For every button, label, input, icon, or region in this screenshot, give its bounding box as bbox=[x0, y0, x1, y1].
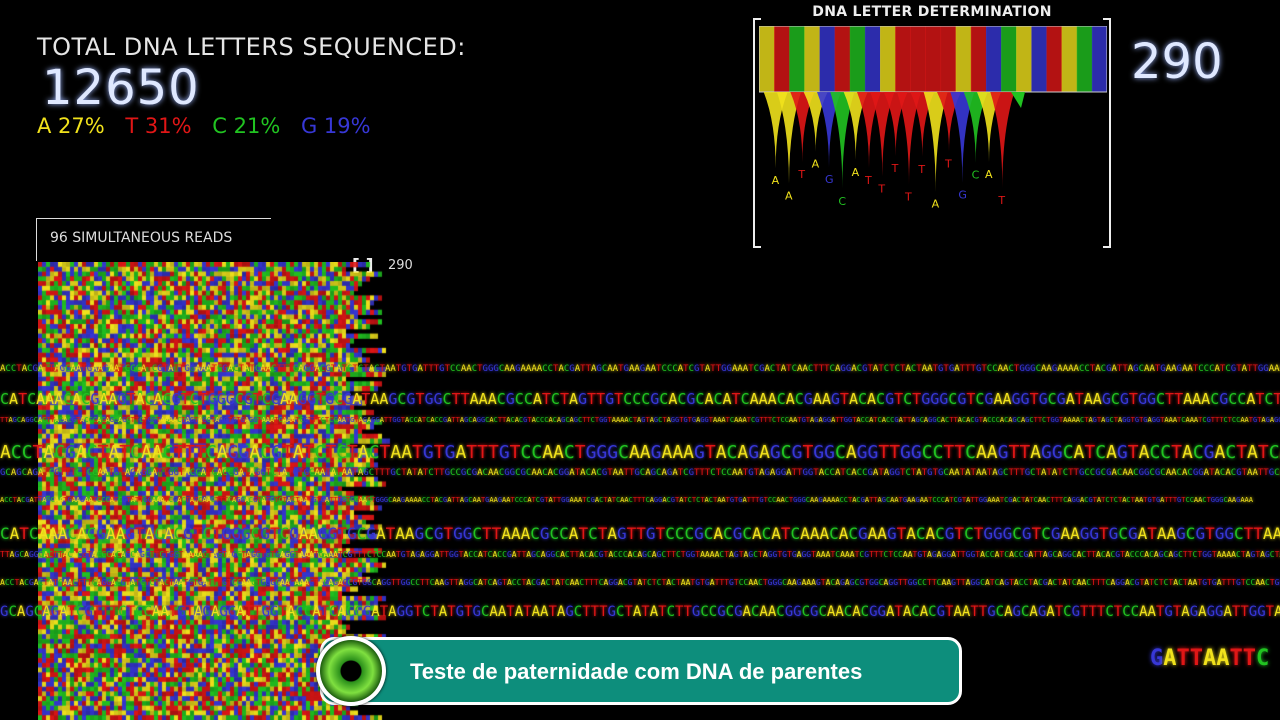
band-stripe bbox=[804, 26, 821, 92]
letter-determination-title: DNA LETTER DETERMINATION bbox=[812, 4, 1052, 20]
band-stripe bbox=[1046, 26, 1063, 92]
band-stripe bbox=[970, 26, 987, 92]
called-letter: T bbox=[917, 163, 925, 176]
letter-determination-panel: DNA LETTER DETERMINATION AATAGCATTTTTATG… bbox=[753, 4, 1111, 248]
band-stripe bbox=[849, 26, 866, 92]
called-letter: A bbox=[785, 189, 793, 202]
reads-panel: 96 SIMULTANEOUS READS bbox=[36, 218, 271, 261]
band-stripe bbox=[1016, 26, 1032, 92]
called-letter: C bbox=[972, 169, 980, 182]
called-letter: A bbox=[772, 174, 780, 187]
called-letter: G bbox=[825, 173, 834, 186]
percent-t: T 31% bbox=[125, 114, 192, 138]
sequence-line: ACCTACGACTATCAACTTTCAGGACGTATCTCTACTAATG… bbox=[0, 442, 1280, 463]
band-stripe bbox=[864, 26, 881, 92]
band-stripe bbox=[925, 26, 942, 92]
total-letters-label: TOTAL DNA LETTERS SEQUENCED: bbox=[37, 33, 466, 61]
called-letter: T bbox=[904, 191, 912, 204]
sequence-line: GCAGCAGATCGTTTCTCCAATGTAGAGGATTGGTACCATC… bbox=[0, 604, 1280, 620]
band-stripe bbox=[834, 26, 851, 92]
band-stripe bbox=[940, 26, 957, 92]
tail-sequence: GATTAATTC bbox=[1150, 646, 1270, 671]
called-letter: T bbox=[864, 174, 872, 187]
called-letter: T bbox=[877, 182, 885, 195]
percent-a: A 27% bbox=[37, 114, 105, 138]
band-stripe bbox=[910, 26, 926, 92]
called-letter: A bbox=[932, 198, 940, 211]
sequence-line: GCAGCAGATCGTTTCTCCAATGTAGAGGATTGGTACCATC… bbox=[0, 468, 1280, 478]
base-percentages: A 27% T 31% C 21% G 19% bbox=[37, 114, 385, 138]
percent-c: C 21% bbox=[212, 114, 281, 138]
band-stripe bbox=[759, 26, 775, 92]
sequence-stream: ACCTACGATTAGCAATGAAGAATCCCATCGTATTGGAAAT… bbox=[0, 360, 1280, 640]
sequence-line: CATCAAACACGAAGTACACGTCTGGGCGTCGAAGGTGCGA… bbox=[0, 524, 1280, 543]
band-stripe bbox=[1001, 26, 1017, 92]
called-letter: A bbox=[852, 166, 860, 179]
called-letter: C bbox=[838, 195, 846, 208]
sequence-line: TTAGCAGGCACTTACACGTACCCACAGCAGCTTCTGGTAA… bbox=[0, 550, 1280, 559]
band-stripe bbox=[1091, 26, 1107, 92]
band-stripe bbox=[1061, 26, 1078, 92]
chromatogram: AATAGCATTTTTATGC AT bbox=[759, 26, 1107, 211]
band-stripe bbox=[1031, 26, 1047, 92]
determination-count: 290 bbox=[1131, 34, 1223, 90]
band-stripe bbox=[955, 26, 972, 92]
sequence-line: CATCAAACACGAAGTACACGTCTGGGCGTCGAAGGTGCGA… bbox=[0, 390, 1280, 408]
band-stripe bbox=[1076, 26, 1093, 92]
sequence-line: ACCTACGATTAGCAATGAAGAATCCCATCGTATTGGAAAT… bbox=[0, 364, 1280, 374]
called-letter: A bbox=[985, 168, 993, 181]
caption-text: Teste de paternidade com DNA de parentes bbox=[410, 659, 863, 684]
band-stripe bbox=[895, 26, 911, 92]
total-letters-count: 12650 bbox=[42, 60, 200, 116]
called-letter: G bbox=[958, 189, 967, 202]
sequence-line: ACCTACGACTATCAACTTTCAGGACGTATCTCTACTAATG… bbox=[0, 578, 1280, 587]
sequence-line: ACCTACGATTAGCAATGAAGAATCCCATCGTATTGGAAAT… bbox=[0, 496, 1253, 504]
sequence-line: TTAGCAGGCACTTACACGTACCCACAGCAGCTTCTGGTAA… bbox=[0, 416, 1280, 424]
called-letter: T bbox=[891, 162, 899, 175]
called-letter: T bbox=[944, 157, 952, 170]
chromatogram-tail bbox=[1011, 92, 1025, 108]
reads-title: 96 SIMULTANEOUS READS bbox=[50, 230, 233, 246]
green-eye-logo-icon bbox=[320, 640, 382, 702]
band-stripe bbox=[789, 26, 805, 92]
called-letter: A bbox=[812, 158, 820, 171]
percent-g: G 19% bbox=[300, 114, 371, 138]
called-letter: T bbox=[797, 168, 805, 181]
band-stripe bbox=[880, 26, 896, 92]
band-stripe bbox=[819, 26, 836, 92]
band-stripe bbox=[774, 26, 790, 92]
band-stripe bbox=[985, 26, 1002, 92]
called-letter: T bbox=[997, 194, 1005, 207]
